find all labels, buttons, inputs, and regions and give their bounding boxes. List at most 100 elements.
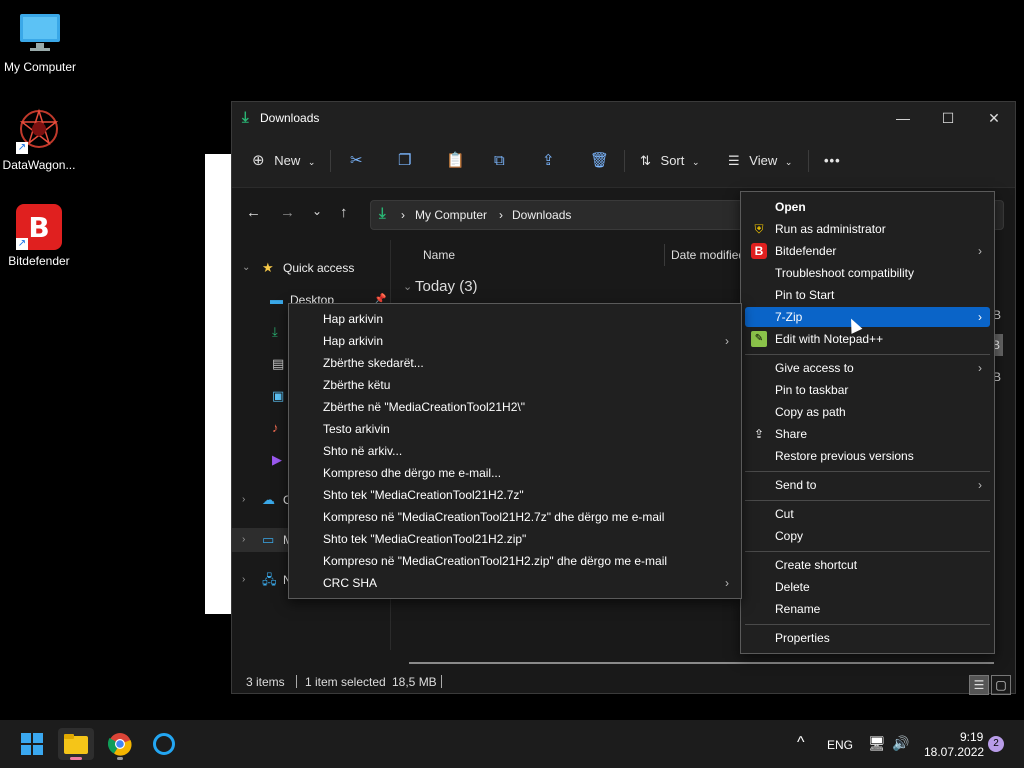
group-header-today[interactable]: Today (3) [415, 278, 478, 295]
share-icon: ⇪ [753, 427, 765, 441]
menu-item-troubleshoot[interactable]: Troubleshoot compatibility [745, 263, 990, 283]
submenu-item-compress-email[interactable]: Kompreso dhe dërgo me e-mail... [293, 463, 737, 483]
menu-item-give-access[interactable]: Give access to › [745, 358, 990, 378]
forward-button[interactable]: → [280, 204, 295, 221]
submenu-item-add-to-zip[interactable]: Shto tek "MediaCreationTool21H2.zip" [293, 529, 737, 549]
notification-badge[interactable]: 2 [988, 736, 1004, 752]
taskbar-chrome[interactable] [102, 728, 138, 760]
delete-button[interactable]: 🗑 [590, 148, 609, 174]
volume-icon[interactable]: 🔊 [892, 735, 909, 752]
address-bar[interactable]: ⤓ › My Computer › Downloads [370, 200, 745, 230]
paste-button[interactable]: 📋 [446, 148, 465, 174]
status-separator [441, 675, 442, 688]
title-bar[interactable]: ⤓ Downloads — ☐ ✕ [232, 102, 1015, 134]
submenu-item-crc-sha[interactable]: CRC SHA › [293, 573, 737, 593]
menu-item-send-to[interactable]: Send to › [745, 475, 990, 495]
submenu-item-test-archive[interactable]: Testo arkivin [293, 419, 737, 439]
taskbar-file-explorer[interactable] [58, 728, 94, 760]
menu-item-restore-versions[interactable]: Restore previous versions [745, 446, 990, 466]
menu-separator [745, 551, 990, 552]
desktop-icon-bitdefender[interactable]: B ↗ Bitdefender [0, 204, 79, 268]
menu-item-open[interactable]: Open [745, 197, 990, 217]
menu-separator [745, 471, 990, 472]
copy-icon: ❐ [398, 152, 412, 169]
more-options-button[interactable]: ••• [824, 148, 841, 174]
desktop-icon-datawagon[interactable]: ↗ DataWagon... [0, 108, 79, 172]
menu-item-delete[interactable]: Delete [745, 577, 990, 597]
sort-icon: ⇅ [640, 153, 651, 168]
close-button[interactable]: ✕ [971, 102, 1017, 134]
chevron-right-icon: › [725, 334, 729, 348]
menu-item-rename[interactable]: Rename [745, 599, 990, 619]
submenu-item-add-to-7z[interactable]: Shto tek "MediaCreationTool21H2.7z" [293, 485, 737, 505]
menu-item-run-as-admin[interactable]: ⛨ Run as administrator [745, 219, 990, 239]
column-separator [664, 244, 665, 266]
column-header-name[interactable]: Name [423, 248, 455, 262]
up-button[interactable]: ↑ [340, 204, 348, 221]
language-indicator[interactable]: ENG [827, 738, 853, 752]
download-icon: ⤓ [242, 109, 249, 126]
breadcrumb-downloads[interactable]: Downloads [512, 208, 571, 222]
cut-button[interactable]: ✂ [350, 148, 363, 174]
cortana-icon [153, 733, 175, 755]
clock-date[interactable]: 18.07.2022 [924, 745, 984, 759]
bitdefender-icon: B [751, 243, 767, 259]
menu-item-pin-to-start[interactable]: Pin to Start [745, 285, 990, 305]
svg-text:B: B [28, 211, 49, 244]
menu-item-properties[interactable]: Properties [745, 628, 990, 648]
submenu-item-open-archive-more[interactable]: Hap arkivin › [293, 331, 737, 351]
menu-item-copy-as-path[interactable]: Copy as path [745, 402, 990, 422]
submenu-item-extract-files[interactable]: Zbërthe skedarët... [293, 353, 737, 373]
7zip-submenu: Hap arkivin Hap arkivin › Zbërthe skedarë… [288, 303, 742, 599]
menu-separator [745, 354, 990, 355]
show-hidden-icons-button[interactable]: ^ [797, 734, 805, 752]
maximize-button[interactable]: ☐ [925, 102, 971, 134]
chevron-down-icon: ⌄ [692, 157, 700, 167]
chevron-down-icon: ⌄ [242, 262, 251, 273]
network-icon[interactable]: 🖥 [868, 735, 886, 752]
start-button[interactable] [14, 728, 50, 760]
sort-button[interactable]: ⇅ Sort ⌄ [640, 148, 700, 174]
menu-item-cut[interactable]: Cut [745, 504, 990, 524]
recent-chevron-button[interactable]: ⌄ [312, 204, 322, 218]
submenu-item-extract-here[interactable]: Zbërthe këtu [293, 375, 737, 395]
command-bar: ⊕ New ⌄ ✂ ❐ 📋 ⧉ ⇪ 🗑 ⇅ Sort ⌄ ☰ View ⌄ ••… [232, 134, 1015, 188]
rename-button[interactable]: ⧉ [494, 148, 505, 174]
datawagon-icon: ↗ [16, 108, 62, 154]
share-button[interactable]: ⇪ [542, 148, 555, 174]
submenu-item-compress-7z-email[interactable]: Kompreso në "MediaCreationTool21H2.7z" d… [293, 507, 737, 527]
submenu-item-extract-to-folder[interactable]: Zbërthe në "MediaCreationTool21H2\" [293, 397, 737, 417]
trash-icon: 🗑 [590, 152, 610, 169]
submenu-item-compress-zip-email[interactable]: Kompreso në "MediaCreationTool21H2.zip" … [293, 551, 737, 571]
menu-item-copy[interactable]: Copy [745, 526, 990, 546]
menu-item-share[interactable]: ⇪ Share [745, 424, 990, 444]
tiles-view-button[interactable]: ▢ [991, 675, 1011, 695]
view-button[interactable]: ☰ View ⌄ [728, 148, 792, 174]
menu-item-7zip[interactable]: 7-Zip › [745, 307, 990, 327]
back-button[interactable]: ← [246, 204, 261, 221]
submenu-item-open-archive[interactable]: Hap arkivin [293, 309, 737, 329]
menu-item-notepadpp[interactable]: ✎ Edit with Notepad++ [745, 329, 990, 349]
copy-button[interactable]: ❐ [398, 148, 411, 174]
column-header-date[interactable]: Date modified [671, 248, 745, 262]
clock-time[interactable]: 9:19 [960, 730, 983, 744]
submenu-item-add-to-archive[interactable]: Shto në arkiv... [293, 441, 737, 461]
status-separator [296, 675, 297, 688]
document-icon: ▤ [272, 356, 285, 371]
active-indicator [70, 757, 82, 760]
taskbar-cortana[interactable] [146, 728, 182, 760]
menu-item-create-shortcut[interactable]: Create shortcut [745, 555, 990, 575]
breadcrumb-my-computer[interactable]: My Computer [415, 208, 487, 222]
menu-item-pin-to-taskbar[interactable]: Pin to taskbar [745, 380, 990, 400]
status-item-count: 3 items [246, 675, 285, 689]
chevron-right-icon: › [242, 494, 246, 505]
sidebar-item-quick-access[interactable]: ⌄ ★ Quick access [232, 256, 390, 280]
horizontal-scrollbar[interactable] [409, 662, 994, 664]
new-button[interactable]: ⊕ New ⌄ [252, 148, 315, 174]
minimize-button[interactable]: — [880, 102, 926, 134]
desktop-icon-my-computer[interactable]: My Computer [0, 10, 80, 74]
menu-item-bitdefender[interactable]: B Bitdefender › [745, 241, 990, 261]
rename-icon: ⧉ [494, 152, 505, 169]
details-view-button[interactable]: ☰ [969, 675, 989, 695]
bitdefender-icon: B ↗ [16, 204, 62, 250]
